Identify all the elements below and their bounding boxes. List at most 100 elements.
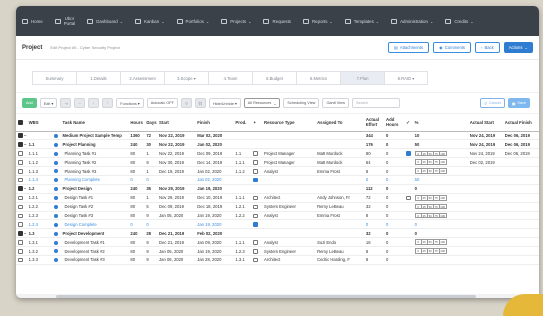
- done-checkbox[interactable]: [404, 166, 413, 176]
- cell-assigned[interactable]: Emma Frost: [315, 166, 364, 176]
- cell-name[interactable]: Project Planning: [60, 139, 129, 150]
- table-row[interactable]: 1.1.3 Planning Task #3 80 1 Dec 19, 2019 Jan …: [16, 166, 539, 176]
- col-actual-effort[interactable]: Actual Effort: [363, 114, 385, 132]
- cell-astart[interactable]: [467, 255, 503, 265]
- cell-wbs[interactable]: 1.2: [26, 184, 53, 194]
- cell-assigned[interactable]: [315, 175, 364, 185]
- collapse-icon[interactable]: −: [24, 186, 26, 191]
- nav-item-credits[interactable]: Credits ⌄: [445, 18, 474, 24]
- outdent-icon[interactable]: ←: [74, 98, 86, 108]
- cell-afinish[interactable]: [502, 246, 539, 256]
- cell-effort[interactable]: 8: [363, 166, 385, 176]
- table-row[interactable]: 1.1.1 Planning Task #1 80 1 Nov 22, 2019 Dec …: [16, 148, 539, 159]
- cell-wbs[interactable]: 1.1: [26, 139, 53, 150]
- cell-hrs[interactable]: 80: [128, 157, 145, 168]
- plus-checkbox[interactable]: [251, 139, 263, 150]
- cell-finish[interactable]: Jan 09, 2020: [195, 237, 234, 248]
- done-checkbox[interactable]: [404, 131, 413, 141]
- cell-prod[interactable]: 1.2.2: [233, 211, 252, 221]
- cell-afinish[interactable]: Dec 06, 2019: [502, 148, 539, 159]
- cell-astart[interactable]: [467, 211, 503, 221]
- info-icon[interactable]: [52, 246, 61, 256]
- row-select-checkbox[interactable]: [16, 237, 27, 248]
- cell-hrs[interactable]: 80: [128, 202, 145, 212]
- cell-rtype[interactable]: [262, 219, 316, 230]
- cell-effort[interactable]: 344: [363, 131, 385, 141]
- percent-selector[interactable]: 0 25 50 75 100: [414, 239, 447, 245]
- cell-rtype[interactable]: [262, 139, 316, 150]
- cell-rtype[interactable]: [262, 131, 316, 141]
- cell-finish[interactable]: Jan 19, 2020: [195, 219, 234, 230]
- cell-name[interactable]: Development Task #2: [60, 246, 129, 256]
- cell-effort[interactable]: 0: [363, 219, 385, 230]
- info-icon[interactable]: [52, 228, 61, 239]
- cell-finish[interactable]: Dec 18, 2019: [195, 202, 234, 212]
- cell-finish[interactable]: Jan 19, 2020: [195, 246, 234, 256]
- cell-wbs[interactable]: 1.2.3: [26, 211, 53, 221]
- cell-addh[interactable]: 0: [384, 131, 405, 141]
- percent-option[interactable]: 100: [440, 160, 446, 164]
- cell-finish[interactable]: Jan 19, 2020: [195, 184, 234, 194]
- cell-assigned[interactable]: [315, 219, 364, 230]
- table-row[interactable]: − Medium Project Sample Temp 1360 72 Nov 22,…: [16, 131, 539, 141]
- cell-start[interactable]: [157, 175, 196, 185]
- row-select-checkbox[interactable]: [16, 157, 27, 168]
- row-select-checkbox[interactable]: −: [16, 228, 27, 239]
- tab-8[interactable]: 7.Plan: [340, 71, 384, 85]
- percent-cell[interactable]: 0 25 50 75 100: [412, 148, 468, 159]
- table-row[interactable]: 1.1.2 Planning Task #2 80 9 Nov 30, 2019 Dec …: [16, 157, 539, 168]
- info-icon[interactable]: [52, 175, 61, 185]
- cell-start[interactable]: Nov 29, 2019: [157, 193, 196, 203]
- cell-astart[interactable]: [467, 184, 503, 194]
- percent-option[interactable]: 100: [440, 152, 446, 156]
- table-row[interactable]: 1.1.4 Planning Complete 0 0 Jan 02, 2020 0 0 50: [16, 175, 539, 185]
- table-row[interactable]: −1.2 Project Design 240 35 Nov 29, 2019 Jan 1…: [16, 184, 539, 194]
- cell-days[interactable]: 1: [144, 148, 158, 159]
- cell-start[interactable]: Jan 05, 2020: [157, 246, 196, 256]
- cell-addh[interactable]: 0: [384, 237, 405, 248]
- cell-start[interactable]: Dec 21, 2019: [157, 237, 196, 248]
- tab-9[interactable]: 8.RAID ▾: [384, 71, 428, 85]
- nav-item-home[interactable]: Home: [22, 18, 43, 24]
- nav-item-projects[interactable]: Projects ⌄: [221, 18, 251, 24]
- cell-rtype[interactable]: [262, 228, 316, 239]
- plus-checkbox[interactable]: [251, 246, 263, 256]
- percent-cell[interactable]: 0 25 50 75 100: [412, 246, 468, 256]
- col-wbs[interactable]: WBS: [26, 114, 53, 132]
- row-select-checkbox[interactable]: −: [16, 184, 27, 194]
- info-icon[interactable]: [52, 193, 61, 203]
- cell-assigned[interactable]: Matt Murdock: [315, 157, 364, 168]
- cell-rtype[interactable]: Analyst: [262, 211, 316, 221]
- percent-selector[interactable]: 0 25 50 75 100: [414, 159, 447, 165]
- cell-addh[interactable]: 0: [384, 157, 405, 168]
- cell-astart[interactable]: [467, 228, 503, 239]
- cell-days[interactable]: 9: [144, 246, 158, 256]
- plus-checkbox[interactable]: [251, 211, 263, 221]
- cell-name[interactable]: Project Development: [60, 228, 129, 239]
- tab-2[interactable]: 1.Details: [76, 71, 120, 85]
- cell-assigned[interactable]: Suzi Endo: [315, 237, 364, 248]
- autocalc-toggle[interactable]: Autocalc OFF: [146, 98, 178, 108]
- done-checkbox[interactable]: [404, 175, 413, 185]
- done-checkbox[interactable]: [404, 228, 413, 239]
- cell-afinish[interactable]: [502, 202, 539, 212]
- cell-effort[interactable]: 80: [363, 148, 385, 159]
- cell-days[interactable]: 1: [144, 166, 158, 176]
- col-percent[interactable]: %: [412, 114, 468, 132]
- plus-checkbox[interactable]: [251, 157, 263, 168]
- done-checkbox[interactable]: [404, 148, 413, 159]
- cell-astart[interactable]: [467, 193, 503, 203]
- cell-rtype[interactable]: [262, 175, 316, 185]
- cell-afinish[interactable]: Dec 06, 2019: [502, 139, 539, 150]
- row-select-checkbox[interactable]: [16, 246, 27, 256]
- cell-prod[interactable]: [233, 184, 252, 194]
- cell-effort[interactable]: 0: [363, 175, 385, 185]
- cell-rtype[interactable]: System Engineer: [262, 202, 316, 212]
- tab-1[interactable]: Summary: [32, 71, 76, 85]
- col-actual-start[interactable]: Actual Start: [467, 114, 503, 132]
- info-icon[interactable]: [52, 157, 61, 168]
- cell-start[interactable]: Nov 22, 2019: [157, 131, 196, 141]
- cell-days[interactable]: 0: [144, 219, 158, 230]
- cell-astart[interactable]: [467, 166, 503, 176]
- cell-prod[interactable]: [233, 175, 252, 185]
